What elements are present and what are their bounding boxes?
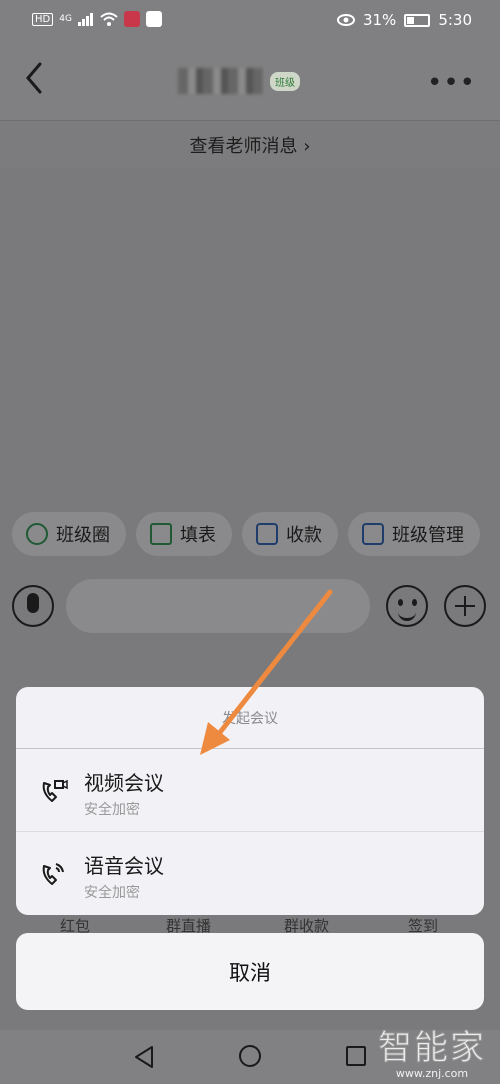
microphone-icon[interactable] — [12, 585, 54, 627]
hd-icon: HD — [32, 12, 54, 26]
watermark: 智能家 www.znj.com — [378, 1020, 486, 1081]
payment-icon — [256, 523, 278, 545]
status-right: 31% 5:30 — [336, 11, 472, 29]
chip-label: 班级圈 — [56, 525, 110, 546]
chip-label: 收款 — [286, 525, 322, 546]
video-meeting-option[interactable]: 视频会议 安全加密 — [16, 749, 484, 832]
teacher-message-label: 查看老师消息 › — [189, 135, 311, 157]
app-notification-icon — [145, 11, 162, 27]
more-options-icon[interactable]: ••• — [427, 68, 476, 98]
message-input[interactable] — [66, 579, 370, 633]
app-notification-icon — [123, 11, 140, 27]
option-sublabel: 安全加密 — [84, 802, 140, 818]
watermark-logo: 智能家 — [378, 1028, 486, 1069]
class-badge: 班级 — [270, 71, 300, 91]
option-label: 视频会议 — [84, 771, 164, 795]
video-call-icon — [42, 779, 68, 802]
battery-icon — [404, 13, 431, 27]
quick-actions-bar: 班级圈 填表 收款 班级管理 — [0, 512, 500, 564]
battery-percent: 31% — [362, 11, 397, 29]
voice-call-icon — [42, 863, 64, 885]
nav-back-icon[interactable] — [133, 1045, 155, 1069]
input-bar — [0, 575, 500, 639]
chat-area — [0, 168, 500, 508]
status-left: HD 4G — [32, 11, 162, 27]
clock: 5:30 — [438, 11, 472, 29]
chat-title: 班级 — [178, 68, 300, 94]
back-arrow-icon[interactable] — [22, 60, 48, 96]
chat-header: 班级 ••• — [0, 42, 500, 120]
form-icon — [150, 523, 172, 545]
option-sublabel: 安全加密 — [84, 885, 140, 901]
cancel-label: 取消 — [229, 960, 271, 985]
class-circle-icon — [26, 523, 48, 545]
wifi-icon — [100, 12, 118, 26]
meeting-action-sheet: 发起会议 视频会议 安全加密 语音会议 安全加密 — [16, 687, 484, 915]
voice-meeting-option[interactable]: 语音会议 安全加密 — [16, 832, 484, 915]
more-panel-labels: 红包 群直播 群收款 签到 — [0, 915, 500, 935]
chip-label: 班级管理 — [392, 525, 464, 546]
nav-home-icon[interactable] — [239, 1045, 261, 1067]
emoji-icon[interactable] — [386, 585, 428, 627]
cancel-button[interactable]: 取消 — [16, 933, 484, 1010]
chip-label: 填表 — [180, 525, 216, 546]
blurred-group-name — [178, 68, 264, 94]
option-label: 语音会议 — [84, 854, 164, 878]
signal-icon — [77, 13, 93, 26]
eye-icon — [336, 14, 355, 26]
chip-payment[interactable]: 收款 — [242, 512, 338, 556]
status-bar: HD 4G 31% 5:30 — [0, 0, 500, 42]
plus-icon[interactable] — [444, 585, 486, 627]
chip-class-manage[interactable]: 班级管理 — [348, 512, 480, 556]
nav-recent-icon[interactable] — [346, 1046, 366, 1066]
chip-class-circle[interactable]: 班级圈 — [12, 512, 126, 556]
view-teacher-messages[interactable]: 查看老师消息 › — [0, 120, 500, 168]
network-label: 4G — [59, 14, 72, 24]
chip-form[interactable]: 填表 — [136, 512, 232, 556]
class-manage-icon — [362, 523, 384, 545]
sheet-title: 发起会议 — [16, 687, 484, 749]
